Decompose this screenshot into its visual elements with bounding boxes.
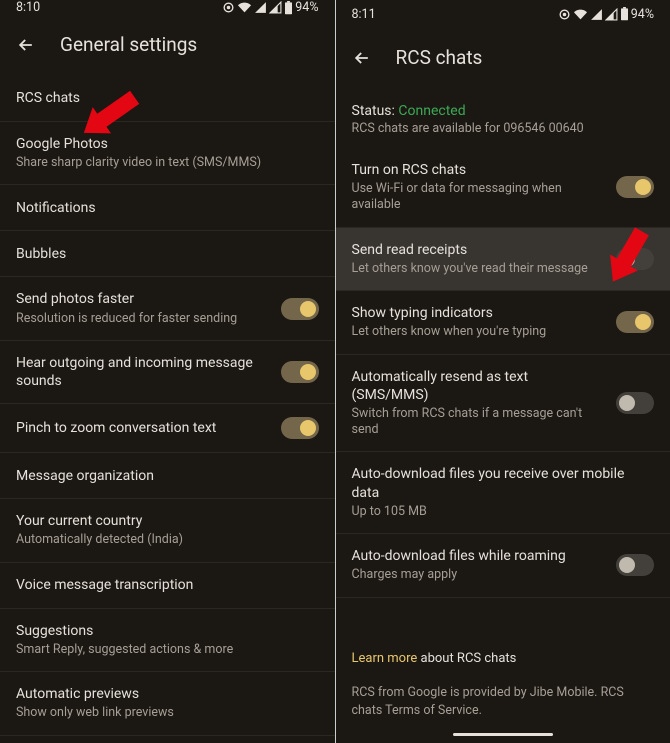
settings-item[interactable]: Automatically resend as text (SMS/MMS)Sw… <box>336 355 670 453</box>
signal-icon <box>590 8 603 21</box>
phone-left: 8:10 94% General settings RCS chats Googl… <box>0 0 335 743</box>
learn-rest: about RCS chats <box>417 651 516 666</box>
settings-item[interactable]: Google Photos Share sharp clarity video i… <box>0 122 335 185</box>
settings-item[interactable]: Spam protection <box>0 736 335 743</box>
toggle-switch[interactable] <box>616 311 654 333</box>
settings-item[interactable]: Bubbles <box>0 231 335 277</box>
wifi-icon <box>573 8 588 21</box>
item-subtitle: Switch from RCS chats if a message can't… <box>352 406 605 439</box>
toggle-switch[interactable] <box>281 298 319 320</box>
status-icons: 94% <box>558 7 654 22</box>
item-title: Turn on RCS chats <box>352 161 605 179</box>
item-subtitle: Let others know you've read their messag… <box>352 261 605 277</box>
signal-icon-2 <box>269 1 282 14</box>
signal-icon-2 <box>605 8 618 21</box>
item-title: RCS chats <box>16 89 319 107</box>
settings-item[interactable]: Suggestions Smart Reply, suggested action… <box>0 609 335 672</box>
settings-item[interactable]: Notifications <box>0 185 335 231</box>
settings-list: RCS chats Google Photos Share sharp clarit… <box>0 76 335 743</box>
circle-icon <box>222 1 235 14</box>
phone-right: 8:11 94% RCS chats Status: Connected RCS… <box>335 0 670 743</box>
clock: 8:11 <box>352 7 376 22</box>
settings-item[interactable]: Turn on RCS chats Use Wi-Fi or data for m… <box>336 148 670 228</box>
status-label: Status: <box>352 103 395 119</box>
item-subtitle: Resolution is reduced for faster sending <box>16 311 269 327</box>
settings-item[interactable]: Show typing indicators Let others know wh… <box>336 291 670 354</box>
clock: 8:10 <box>16 0 40 15</box>
header: General settings <box>0 15 335 76</box>
item-title: Automatic previews <box>16 685 319 703</box>
settings-item[interactable]: Send photos faster Resolution is reduced … <box>0 277 335 340</box>
item-subtitle: Up to 105 MB <box>352 504 655 520</box>
page-title: General settings <box>60 33 197 56</box>
settings-item[interactable]: Automatic previews Show only web link pre… <box>0 672 335 735</box>
item-title: Send photos faster <box>16 290 269 308</box>
item-subtitle: Charges may apply <box>352 567 605 583</box>
item-subtitle: Smart Reply, suggested actions & more <box>16 642 319 658</box>
item-title: Suggestions <box>16 622 319 640</box>
toggle-switch[interactable] <box>616 392 654 414</box>
settings-item[interactable]: Voice message transcription <box>0 563 335 609</box>
page-title: RCS chats <box>396 46 483 69</box>
item-title: Bubbles <box>16 245 319 263</box>
battery-icon <box>620 7 629 21</box>
item-title: Pinch to zoom conversation text <box>16 419 269 437</box>
battery-percent: 94% <box>295 0 318 15</box>
item-title: Send read receipts <box>352 241 605 259</box>
status-bar: 8:11 94% <box>336 0 670 28</box>
toggle-switch[interactable] <box>281 417 319 439</box>
settings-item[interactable]: Hear outgoing and incoming message sound… <box>0 341 335 404</box>
settings-item[interactable]: Message organization <box>0 453 335 499</box>
status-icons: 94% <box>222 0 318 15</box>
learn-more[interactable]: Learn more about RCS chats <box>336 637 670 674</box>
settings-item[interactable]: Your current country Automatically detect… <box>0 499 335 562</box>
status-block: Status: Connected RCS chats are availabl… <box>336 89 670 148</box>
item-title: Notifications <box>16 199 319 217</box>
settings-item[interactable]: RCS chats <box>0 76 335 122</box>
item-title: Automatically resend as text (SMS/MMS) <box>352 368 605 404</box>
settings-item[interactable]: Auto-download files you receive over mob… <box>336 452 670 534</box>
learn-link[interactable]: Learn more <box>352 651 418 666</box>
circle-icon <box>558 8 571 21</box>
item-subtitle: Let others know when you're typing <box>352 324 605 340</box>
item-subtitle: Automatically detected (India) <box>16 532 319 548</box>
wifi-icon <box>237 1 252 14</box>
back-icon[interactable] <box>352 48 372 68</box>
item-title: Google Photos <box>16 135 319 153</box>
settings-list: Turn on RCS chats Use Wi-Fi or data for m… <box>336 148 670 637</box>
item-subtitle: Show only web link previews <box>16 705 319 721</box>
battery-percent: 94% <box>631 7 654 22</box>
item-title: Auto-download files you receive over mob… <box>352 465 655 501</box>
footer-text: RCS from Google is provided by Jibe Mobi… <box>336 674 670 729</box>
battery-icon <box>284 1 293 15</box>
item-title: Message organization <box>16 467 319 485</box>
toggle-switch[interactable] <box>616 554 654 576</box>
item-title: Voice message transcription <box>16 576 319 594</box>
nav-bar[interactable] <box>336 729 670 743</box>
item-title: Your current country <box>16 512 319 530</box>
header: RCS chats <box>336 28 670 89</box>
toggle-switch[interactable] <box>281 361 319 383</box>
item-subtitle: Share sharp clarity video in text (SMS/M… <box>16 155 319 171</box>
signal-icon <box>254 1 267 14</box>
status-bar: 8:10 94% <box>0 0 335 15</box>
toggle-switch[interactable] <box>616 176 654 198</box>
item-subtitle: Use Wi-Fi or data for messaging when ava… <box>352 181 605 214</box>
item-title: Show typing indicators <box>352 304 605 322</box>
status-value: Connected <box>398 103 465 119</box>
settings-item[interactable]: Auto-download files while roaming Charges… <box>336 534 670 597</box>
item-title: Auto-download files while roaming <box>352 547 605 565</box>
back-icon[interactable] <box>16 35 36 55</box>
item-title: Hear outgoing and incoming message sound… <box>16 354 269 390</box>
settings-item[interactable]: Pinch to zoom conversation text <box>0 404 335 453</box>
status-sub: RCS chats are available for 096546 00640 <box>352 121 655 136</box>
